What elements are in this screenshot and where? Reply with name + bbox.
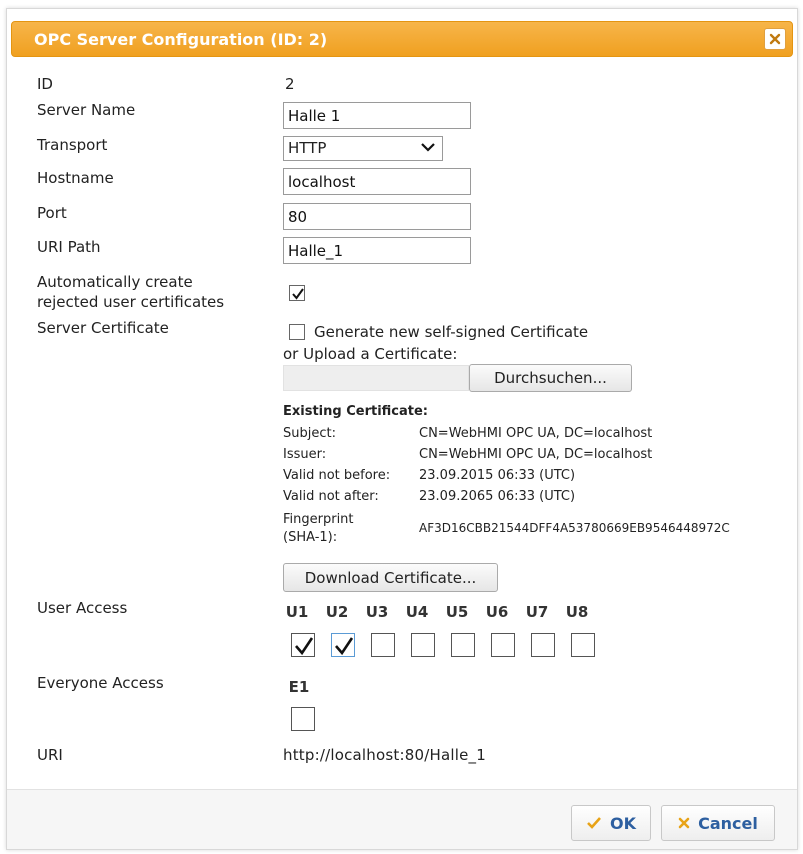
valid-not-before-value: 23.09.2015 06:33 (UTC) xyxy=(419,468,576,483)
valid-not-after-value: 23.09.2065 06:33 (UTC) xyxy=(419,489,576,504)
user-access-checkbox-u6[interactable] xyxy=(491,633,515,657)
download-certificate-button[interactable]: Download Certificate... xyxy=(283,563,498,592)
generate-certificate-label: Generate new self-signed Certificate xyxy=(314,323,589,341)
upload-certificate-label: or Upload a Certificate: xyxy=(283,345,458,363)
file-path-field[interactable] xyxy=(283,365,469,391)
transport-select[interactable]: HTTP xyxy=(283,136,443,161)
dialog-titlebar[interactable]: OPC Server Configuration (ID: 2) xyxy=(11,21,793,57)
issuer-value: CN=WebHMI OPC UA, DC=localhost xyxy=(419,447,653,462)
valid-not-before-label: Valid not before: xyxy=(283,468,391,483)
check-icon xyxy=(587,817,601,829)
server-certificate-label: Server Certificate xyxy=(37,319,169,337)
user-access-checkbox-u7[interactable] xyxy=(531,633,555,657)
user-label-u8: U8 xyxy=(565,603,589,621)
server-name-label: Server Name xyxy=(37,101,136,119)
close-icon xyxy=(769,33,781,45)
uri-value: http://localhost:80/Halle_1 xyxy=(283,746,486,764)
user-label-u7: U7 xyxy=(525,603,549,621)
checkmark-icon xyxy=(335,637,354,656)
fingerprint-label-line2: (SHA-1): xyxy=(283,530,338,545)
download-certificate-label: Download Certificate... xyxy=(304,568,477,587)
user-label-u6: U6 xyxy=(485,603,509,621)
user-access-label: User Access xyxy=(37,599,128,617)
user-access-checkbox-u3[interactable] xyxy=(371,633,395,657)
auto-create-checkbox[interactable] xyxy=(289,285,305,301)
user-access-checkbox-u8[interactable] xyxy=(571,633,595,657)
chevron-down-icon xyxy=(421,143,435,152)
x-icon xyxy=(678,817,690,829)
transport-label: Transport xyxy=(37,136,108,154)
user-access-checkbox-u1[interactable] xyxy=(291,633,315,657)
close-button[interactable] xyxy=(764,28,786,50)
everyone-label-e1: E1 xyxy=(288,678,310,696)
ok-button-label: OK xyxy=(610,813,636,833)
opc-server-dialog: OPC Server Configuration (ID: 2) ID 2 Se… xyxy=(6,8,798,850)
user-label-u3: U3 xyxy=(365,603,389,621)
uri-path-input[interactable] xyxy=(283,237,471,264)
id-label: ID xyxy=(37,75,53,93)
fingerprint-value: AF3D16CBB21544DFF4A53780669EB9546448972C xyxy=(419,521,730,535)
user-access-checkbox-u2[interactable] xyxy=(331,633,355,657)
user-access-checkbox-u4[interactable] xyxy=(411,633,435,657)
uri-label: URI xyxy=(37,746,63,764)
subject-value: CN=WebHMI OPC UA, DC=localhost xyxy=(419,426,653,441)
user-label-u4: U4 xyxy=(405,603,429,621)
dialog-title: OPC Server Configuration (ID: 2) xyxy=(34,30,328,49)
everyone-access-checkbox-e1[interactable] xyxy=(291,707,315,731)
user-label-u5: U5 xyxy=(445,603,469,621)
subject-label: Subject: xyxy=(283,426,336,441)
issuer-label: Issuer: xyxy=(283,447,327,462)
existing-certificate-heading: Existing Certificate: xyxy=(283,404,428,419)
checkmark-icon xyxy=(295,637,314,656)
hostname-label: Hostname xyxy=(37,169,114,187)
checkmark-icon xyxy=(292,288,304,300)
everyone-access-label: Everyone Access xyxy=(37,674,164,692)
cancel-button-label: Cancel xyxy=(698,813,758,833)
uri-path-label: URI Path xyxy=(37,238,101,256)
generate-certificate-checkbox[interactable] xyxy=(289,324,305,340)
browse-button[interactable]: Durchsuchen... xyxy=(469,364,632,392)
user-label-u1: U1 xyxy=(285,603,309,621)
id-value: 2 xyxy=(285,75,295,93)
browse-button-label: Durchsuchen... xyxy=(494,369,607,387)
cancel-button[interactable]: Cancel xyxy=(661,805,775,841)
port-input[interactable] xyxy=(283,203,471,230)
port-label: Port xyxy=(37,204,67,222)
ok-button[interactable]: OK xyxy=(571,805,651,841)
user-access-checkbox-u5[interactable] xyxy=(451,633,475,657)
transport-selected-value: HTTP xyxy=(288,139,327,157)
user-label-u2: U2 xyxy=(325,603,349,621)
server-name-input[interactable] xyxy=(283,102,471,129)
valid-not-after-label: Valid not after: xyxy=(283,489,379,504)
auto-create-label-line2: rejected user certificates xyxy=(37,293,225,311)
fingerprint-label-line1: Fingerprint xyxy=(283,512,354,527)
hostname-input[interactable] xyxy=(283,168,471,195)
auto-create-label-line1: Automatically create xyxy=(37,273,193,291)
